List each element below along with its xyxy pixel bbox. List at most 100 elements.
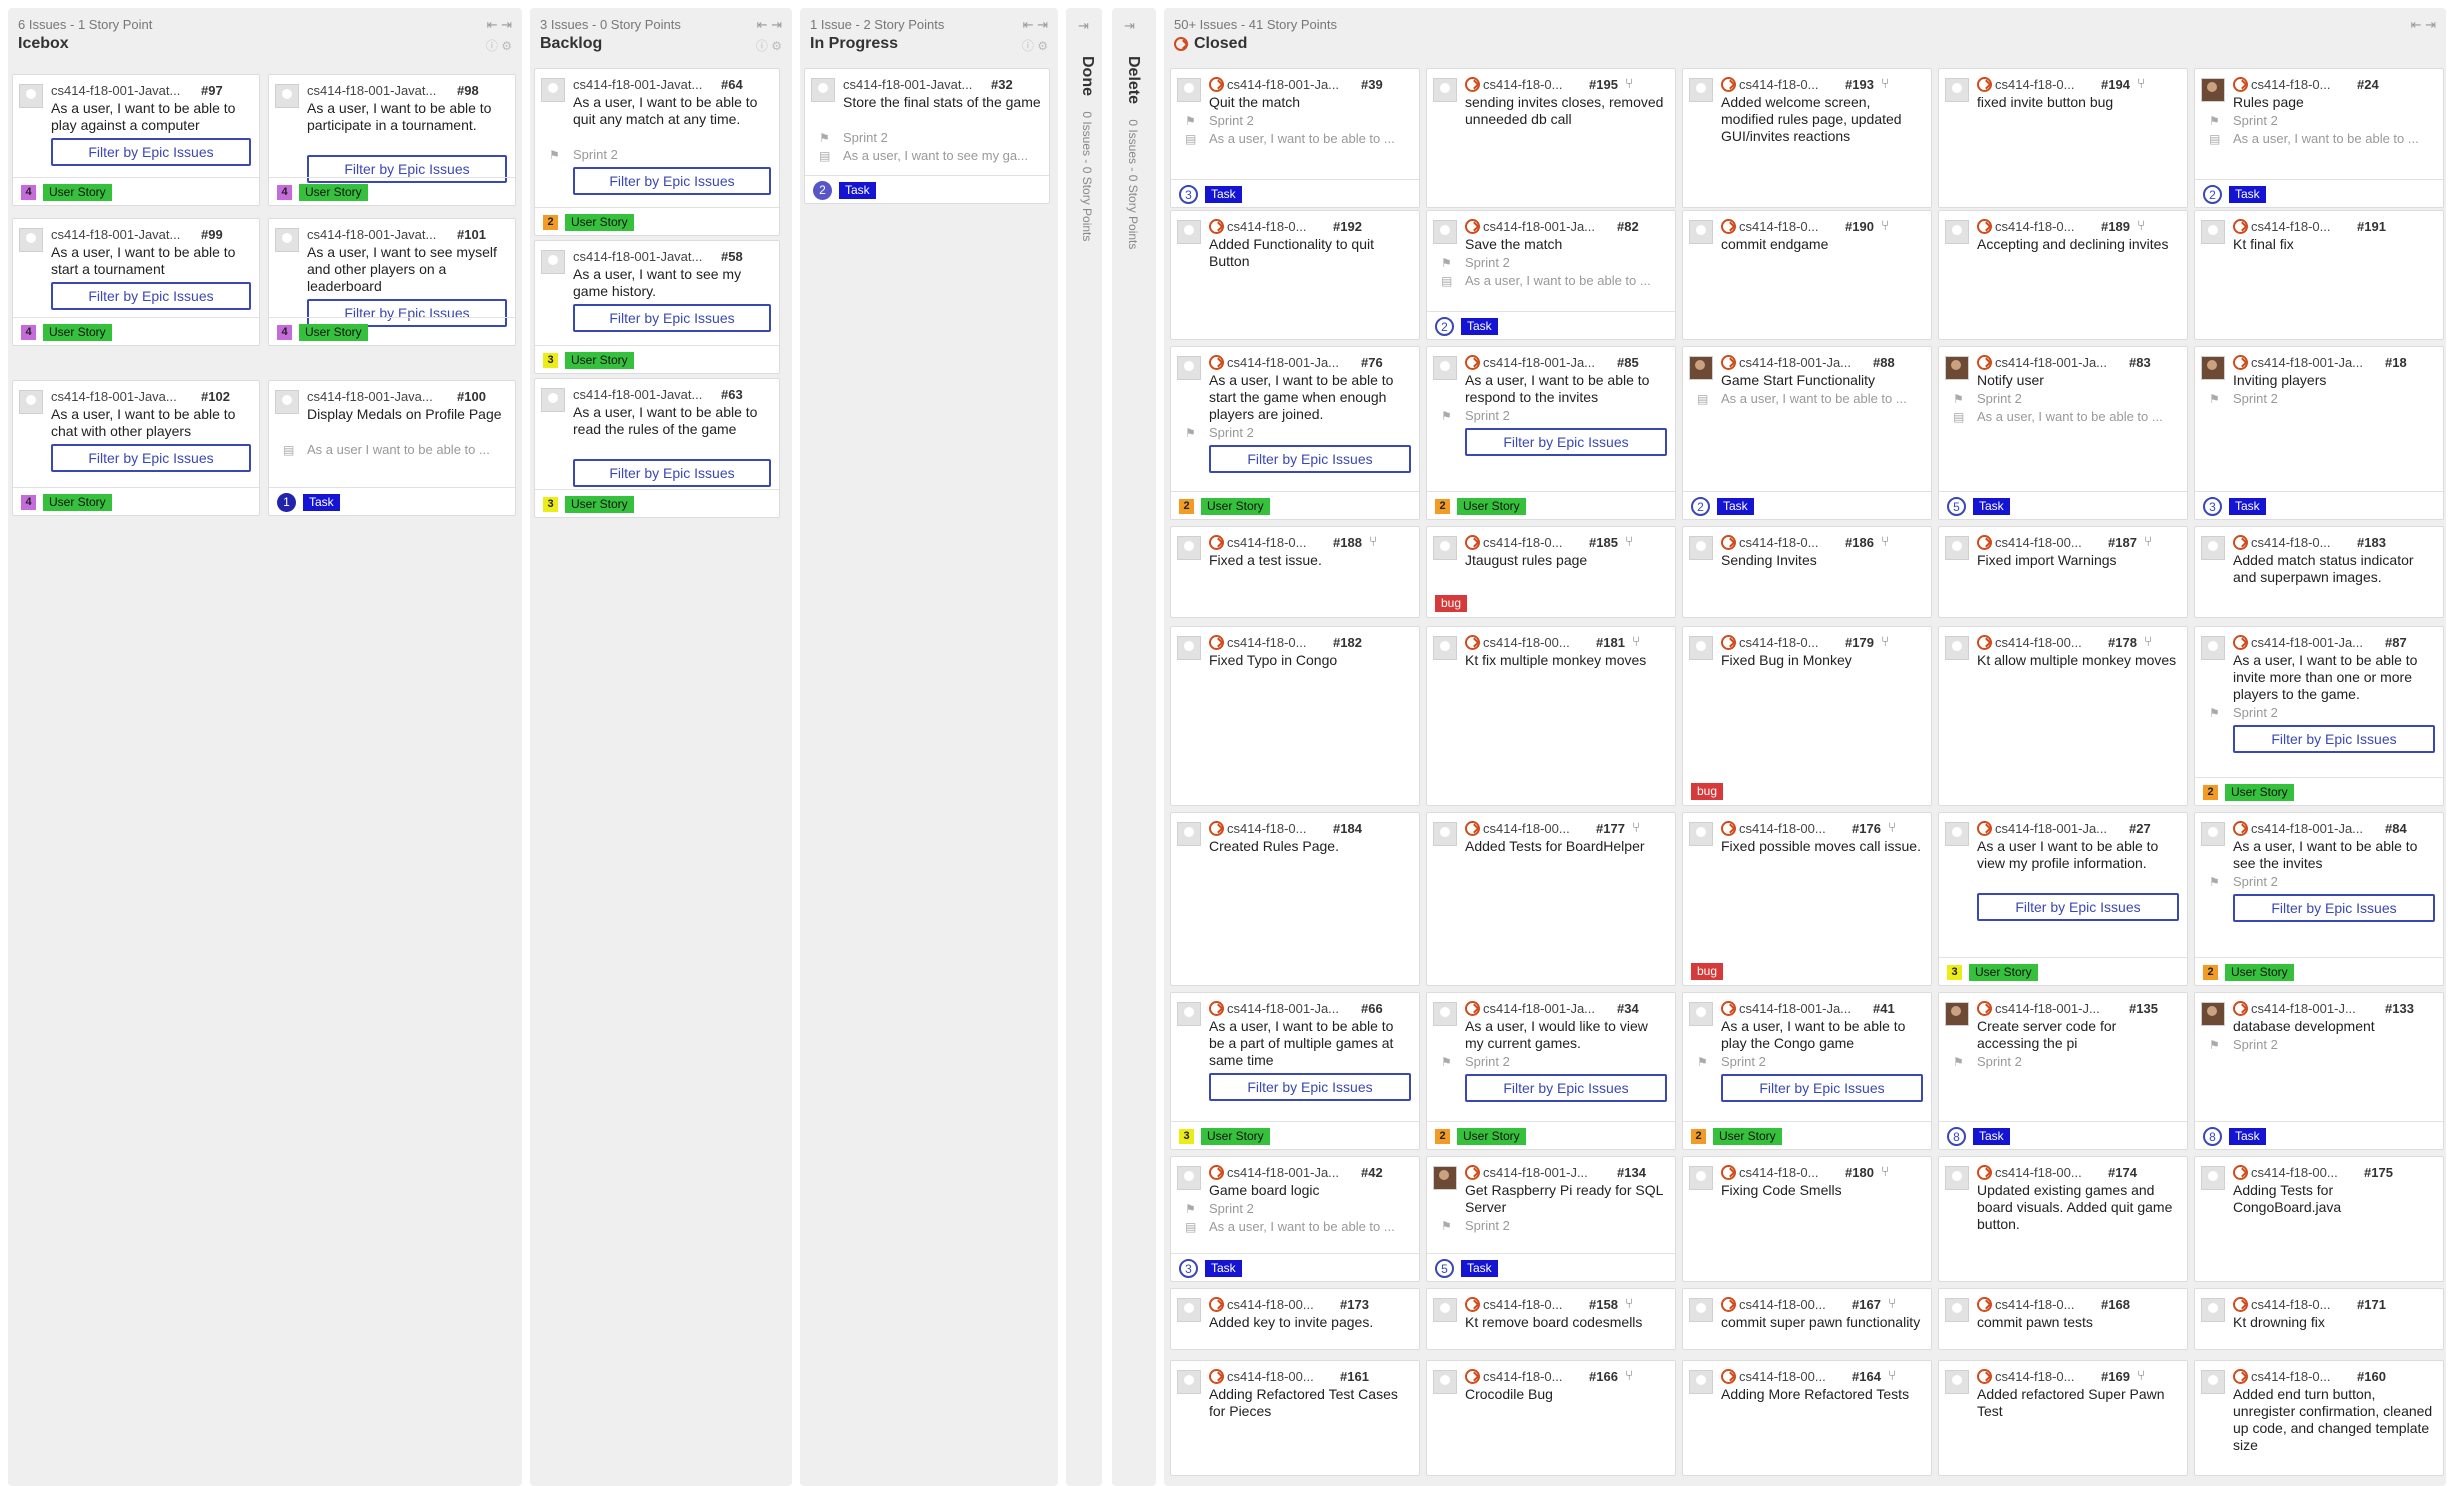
collapse-icon[interactable]: ⇤ — [487, 17, 502, 32]
issue-card[interactable]: cs414-f18-00... #181 ⑂ Kt fix multiple monk… — [1426, 626, 1676, 806]
user-story-label[interactable]: User Story — [299, 184, 368, 201]
issue-card[interactable]: cs414-f18-001-J... #135 Create server code… — [1938, 992, 2188, 1150]
info-icon[interactable]: ⓘ — [486, 39, 501, 53]
task-label[interactable]: Task — [1973, 1128, 2010, 1145]
issue-card[interactable]: cs414-f18-0... #188 ⑂ Fixed a test issue. — [1170, 526, 1420, 618]
issue-card[interactable]: cs414-f18-001-Ja... #27 As a user I want t… — [1938, 812, 2188, 986]
filter-epic-button[interactable]: Filter by Epic Issues — [51, 138, 251, 166]
issue-card[interactable]: cs414-f18-00... #173 Added key to invite p… — [1170, 1288, 1420, 1350]
user-story-label[interactable]: User Story — [43, 184, 112, 201]
issue-card[interactable]: cs414-f18-00... #178 ⑂ Kt allow multiple mo… — [1938, 626, 2188, 806]
gear-icon[interactable]: ⚙ — [771, 39, 782, 53]
user-story-label[interactable]: User Story — [1457, 1128, 1526, 1145]
collapse-icon[interactable]: ⇤ — [2411, 17, 2426, 32]
gear-icon[interactable]: ⚙ — [501, 39, 512, 53]
issue-card[interactable]: cs414-f18-0... #180 ⑂ Fixing Code Smells — [1682, 1156, 1932, 1282]
issue-card[interactable]: cs414-f18-001-J... #134 Get Raspberry Pi r… — [1426, 1156, 1676, 1282]
issue-card[interactable]: cs414-f18-001-Ja... #18 Inviting players ⚑ S… — [2194, 346, 2444, 520]
info-icon[interactable]: ⓘ — [1022, 39, 1037, 53]
issue-card[interactable]: cs414-f18-001-Ja... #82 Save the match ⚑ Spr… — [1426, 210, 1676, 340]
issue-card[interactable]: cs414-f18-0... #189 ⑂ Accepting and declini… — [1938, 210, 2188, 340]
issue-card[interactable]: cs414-f18-0... #183 Added match status ind… — [2194, 526, 2444, 618]
user-story-label[interactable]: User Story — [2225, 784, 2294, 801]
issue-card[interactable]: cs414-f18-0... #184 Created Rules Page. — [1170, 812, 1420, 986]
bug-label[interactable]: bug — [1435, 595, 1468, 612]
issue-card[interactable]: cs414-f18-0... #160 Added end turn button,… — [2194, 1360, 2444, 1476]
issue-card[interactable]: cs414-f18-0... #158 ⑂ Kt remove board codes… — [1426, 1288, 1676, 1350]
issue-card[interactable]: cs414-f18-0... #186 ⑂ Sending Invites — [1682, 526, 1932, 618]
issue-card[interactable]: cs414-f18-001-Javat... #99 As a user, I wa… — [12, 218, 260, 346]
issue-card[interactable]: cs414-f18-0... #182 Fixed Typo in Congo — [1170, 626, 1420, 806]
task-label[interactable]: Task — [303, 494, 340, 511]
filter-epic-button[interactable]: Filter by Epic Issues — [1465, 428, 1667, 456]
issue-card[interactable]: cs414-f18-0... #190 ⑂ commit endgame — [1682, 210, 1932, 340]
filter-epic-button[interactable]: Filter by Epic Issues — [1977, 893, 2179, 921]
issue-card[interactable]: cs414-f18-001-Ja... #39 Quit the match ⚑ Spr… — [1170, 68, 1420, 208]
issue-card[interactable]: cs414-f18-001-Ja... #76 As a user, I want … — [1170, 346, 1420, 520]
filter-epic-button[interactable]: Filter by Epic Issues — [51, 444, 251, 472]
issue-card[interactable]: cs414-f18-00... #176 ⑂ Fixed possible moves… — [1682, 812, 1932, 986]
gear-icon[interactable]: ⚙ — [1037, 39, 1048, 53]
user-story-label[interactable]: User Story — [1969, 964, 2038, 981]
issue-card[interactable]: cs414-f18-0... #192 Added Functionality to… — [1170, 210, 1420, 340]
user-story-label[interactable]: User Story — [1713, 1128, 1782, 1145]
filter-epic-button[interactable]: Filter by Epic Issues — [1721, 1074, 1923, 1102]
issue-card[interactable]: cs414-f18-0... #195 ⑂ sending invites close… — [1426, 68, 1676, 208]
issue-card[interactable]: cs414-f18-00... #161 Adding Refactored Tes… — [1170, 1360, 1420, 1476]
task-label[interactable]: Task — [1205, 1260, 1242, 1277]
filter-epic-button[interactable]: Filter by Epic Issues — [51, 282, 251, 310]
issue-card[interactable]: cs414-f18-001-Ja... #87 As a user, I want … — [2194, 626, 2444, 806]
expand-icon[interactable]: ⇥ — [2425, 17, 2436, 32]
issue-card[interactable]: cs414-f18-00... #167 ⑂ commit super pawn fu… — [1682, 1288, 1932, 1350]
bug-label[interactable]: bug — [1691, 783, 1724, 800]
issue-card[interactable]: cs414-f18-00... #164 ⑂ Adding More Refactor… — [1682, 1360, 1932, 1476]
filter-epic-button[interactable]: Filter by Epic Issues — [573, 167, 771, 195]
issue-card[interactable]: cs414-f18-0... #185 ⑂ Jtaugust rules page bu… — [1426, 526, 1676, 618]
user-story-label[interactable]: User Story — [1201, 1128, 1270, 1145]
issue-card[interactable]: cs414-f18-001-Java... #102 As a user, I wa… — [12, 380, 260, 516]
filter-epic-button[interactable]: Filter by Epic Issues — [1209, 1073, 1411, 1101]
issue-card[interactable]: cs414-f18-001-Ja... #66 As a user, I want … — [1170, 992, 1420, 1150]
issue-card[interactable]: cs414-f18-0... #169 ⑂ Added refactored Supe… — [1938, 1360, 2188, 1476]
issue-card[interactable]: cs414-f18-001-Javat... #97 As a user, I wa… — [12, 74, 260, 206]
issue-card[interactable]: cs414-f18-001-Ja... #42 Game board logic ⚑ S… — [1170, 1156, 1420, 1282]
issue-card[interactable]: cs414-f18-00... #175 Adding Tests for Cong… — [2194, 1156, 2444, 1282]
task-label[interactable]: Task — [1205, 186, 1242, 203]
filter-epic-button[interactable]: Filter by Epic Issues — [1465, 1074, 1667, 1102]
collapse-icon[interactable]: ⇤ — [1023, 17, 1038, 32]
expand-icon[interactable]: ⇥ — [1037, 17, 1048, 32]
user-story-label[interactable]: User Story — [565, 352, 634, 369]
task-label[interactable]: Task — [1973, 498, 2010, 515]
issue-card[interactable]: cs414-f18-001-J... #133 database developme… — [2194, 992, 2444, 1150]
issue-card[interactable]: cs414-f18-001-Ja... #85 As a user, I want … — [1426, 346, 1676, 520]
task-label[interactable]: Task — [1461, 1260, 1498, 1277]
issue-card[interactable]: cs414-f18-001-Javat... #64 As a user, I wa… — [534, 68, 780, 236]
user-story-label[interactable]: User Story — [565, 496, 634, 513]
user-story-label[interactable]: User Story — [43, 494, 112, 511]
issue-card[interactable]: cs414-f18-00... #177 ⑂ Added Tests for Boar… — [1426, 812, 1676, 986]
collapse-icon[interactable]: ⇤ — [757, 17, 772, 32]
user-story-label[interactable]: User Story — [1457, 498, 1526, 515]
filter-epic-button[interactable]: Filter by Epic Issues — [573, 304, 771, 332]
issue-card[interactable]: cs414-f18-001-Javat... #58 As a user, I wa… — [534, 240, 780, 374]
issue-card[interactable]: cs414-f18-0... #24 Rules page ⚑ Sprint 2 ▤ As … — [2194, 68, 2444, 208]
issue-card[interactable]: cs414-f18-0... #179 ⑂ Fixed Bug in Monkey bu… — [1682, 626, 1932, 806]
issue-card[interactable]: cs414-f18-001-Javat... #98 As a user, I wa… — [268, 74, 516, 206]
issue-card[interactable]: cs414-f18-001-Ja... #41 As a user, I want … — [1682, 992, 1932, 1150]
issue-card[interactable]: cs414-f18-001-Javat... #32 Store the final… — [804, 68, 1050, 204]
task-label[interactable]: Task — [1717, 498, 1754, 515]
task-label[interactable]: Task — [2229, 186, 2266, 203]
user-story-label[interactable]: User Story — [299, 324, 368, 341]
issue-card[interactable]: cs414-f18-0... #168 commit pawn tests — [1938, 1288, 2188, 1350]
issue-card[interactable]: cs414-f18-0... #166 ⑂ Crocodile Bug — [1426, 1360, 1676, 1476]
filter-epic-button[interactable]: Filter by Epic Issues — [2233, 725, 2435, 753]
user-story-label[interactable]: User Story — [1201, 498, 1270, 515]
filter-epic-button[interactable]: Filter by Epic Issues — [1209, 445, 1411, 473]
task-label[interactable]: Task — [2229, 498, 2266, 515]
user-story-label[interactable]: User Story — [2225, 964, 2294, 981]
task-label[interactable]: Task — [1461, 318, 1498, 335]
user-story-label[interactable]: User Story — [43, 324, 112, 341]
info-icon[interactable]: ⓘ — [756, 39, 771, 53]
filter-epic-button[interactable]: Filter by Epic Issues — [573, 459, 771, 487]
task-label[interactable]: Task — [839, 182, 876, 199]
